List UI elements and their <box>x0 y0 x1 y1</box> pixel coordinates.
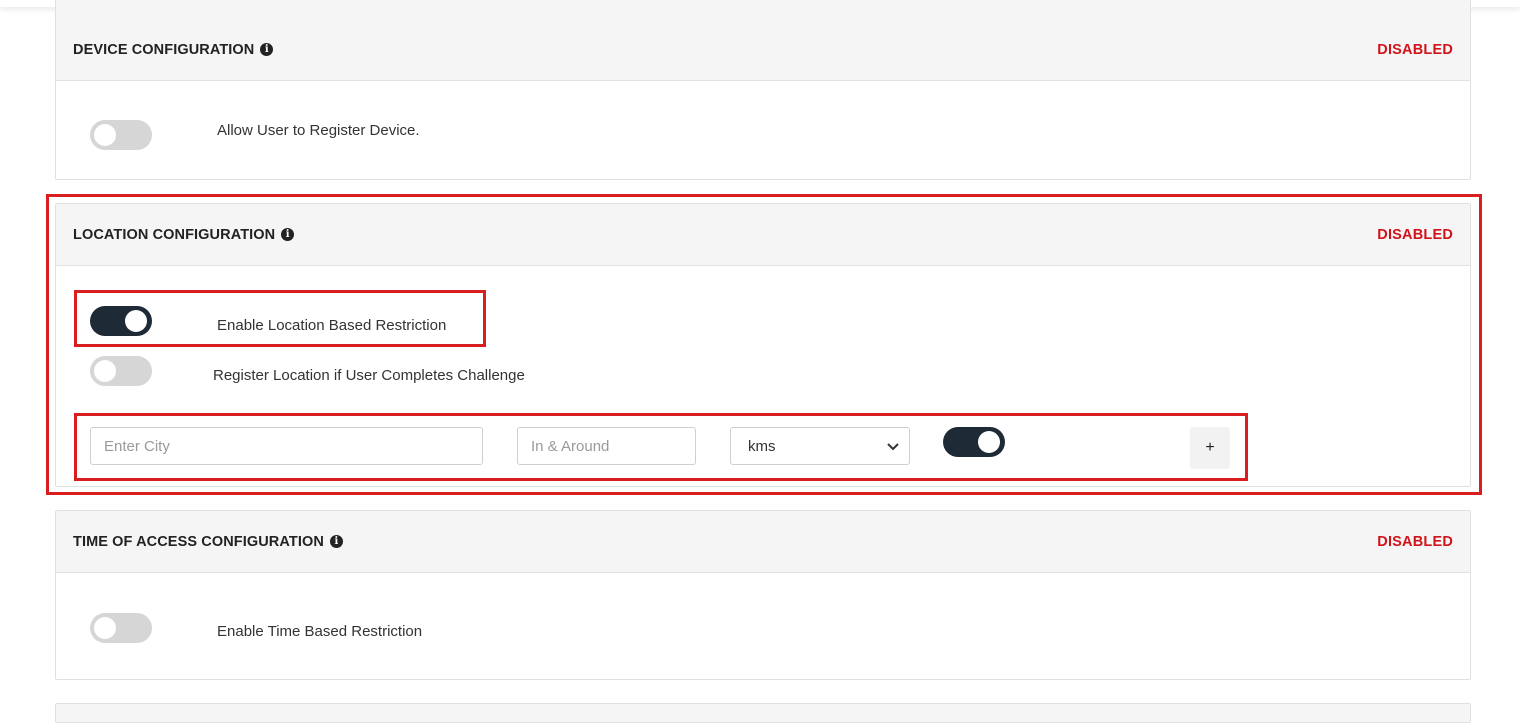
panel-title: LOCATION CONFIGURATION i <box>73 226 295 243</box>
device-configuration-header[interactable]: DEVICE CONFIGURATION i DISABLED <box>56 0 1470 81</box>
enable-location-restriction-label: Enable Location Based Restriction <box>217 317 447 334</box>
toggle-knob <box>125 310 147 332</box>
location-row-toggle[interactable] <box>943 427 1005 457</box>
city-input[interactable] <box>90 427 483 465</box>
device-configuration-panel: DEVICE CONFIGURATION i DISABLED Allow Us… <box>55 0 1471 180</box>
time-of-access-configuration-header[interactable]: TIME OF ACCESS CONFIGURATION i DISABLED <box>56 511 1470 573</box>
info-icon[interactable]: i <box>281 228 295 241</box>
next-configuration-panel <box>55 703 1471 723</box>
register-device-toggle[interactable] <box>90 120 152 150</box>
panel-title: TIME OF ACCESS CONFIGURATION i <box>73 534 343 550</box>
distance-unit-value: kms <box>748 437 776 455</box>
info-icon[interactable]: i <box>329 535 343 548</box>
chevron-down-icon <box>887 439 899 454</box>
register-device-label: Allow User to Register Device. <box>217 122 420 139</box>
enable-time-restriction-toggle[interactable] <box>90 613 152 643</box>
time-of-access-configuration-panel: TIME OF ACCESS CONFIGURATION i DISABLED … <box>55 510 1471 680</box>
status-badge: DISABLED <box>1377 226 1453 243</box>
info-icon[interactable]: i <box>260 43 274 56</box>
register-location-toggle[interactable] <box>90 356 152 386</box>
toggle-knob <box>978 431 1000 453</box>
status-badge: DISABLED <box>1377 533 1453 550</box>
enable-time-restriction-label: Enable Time Based Restriction <box>217 623 423 640</box>
time-of-access-configuration-title: TIME OF ACCESS CONFIGURATION <box>73 533 324 550</box>
toggle-knob <box>94 124 116 146</box>
in-and-around-input[interactable] <box>517 427 696 465</box>
distance-unit-select[interactable]: kms <box>730 427 910 465</box>
enable-location-restriction-toggle[interactable] <box>90 306 152 336</box>
toggle-knob <box>94 617 116 639</box>
panel-title: DEVICE CONFIGURATION i <box>73 41 274 58</box>
status-badge: DISABLED <box>1377 41 1453 58</box>
location-configuration-header[interactable]: LOCATION CONFIGURATION i DISABLED <box>56 204 1470 266</box>
add-location-button[interactable]: + <box>1190 427 1230 469</box>
register-location-label: Register Location if User Completes Chal… <box>213 367 525 384</box>
device-configuration-title: DEVICE CONFIGURATION <box>73 41 255 58</box>
location-configuration-panel: LOCATION CONFIGURATION i DISABLED Enable… <box>55 203 1471 487</box>
toggle-knob <box>94 360 116 382</box>
location-configuration-title: LOCATION CONFIGURATION <box>73 226 276 243</box>
